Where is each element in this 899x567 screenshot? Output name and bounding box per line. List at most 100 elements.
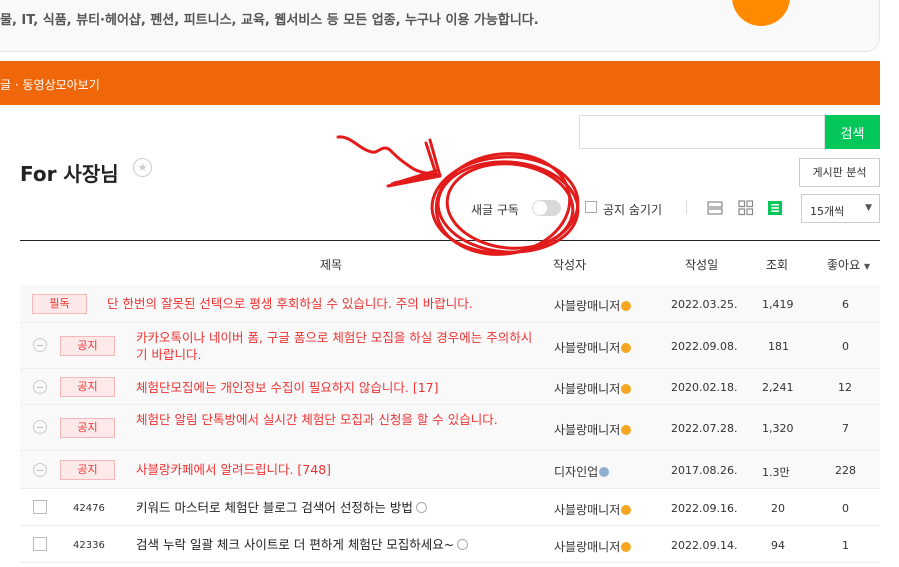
author-name: 사블랑매니저 (554, 540, 621, 554)
post-date: 2022.07.28. (671, 422, 738, 435)
post-title[interactable]: 검색 누락 일괄 체크 사이트로 더 편하게 체험단 모집하세요~ (136, 536, 469, 553)
post-author[interactable]: 사블랑매니저 (554, 339, 632, 356)
author-name: 사블랑매니저 (554, 503, 621, 517)
post-author[interactable]: 사블랑매니저 (554, 421, 632, 438)
post-views: 94 (771, 539, 785, 552)
post-views: 20 (771, 502, 785, 515)
cafe-navbar: 글 · 동영상모아보기 (0, 61, 880, 105)
row-checkbox[interactable] (33, 537, 47, 551)
post-date: 2022.09.14. (671, 539, 738, 552)
post-date: 2020.02.18. (671, 381, 738, 394)
collapse-icon[interactable] (33, 380, 47, 394)
notice-badge: 공지 (60, 460, 115, 480)
notice-badge: 공지 (60, 377, 115, 397)
search-button[interactable]: 검색 (825, 115, 880, 149)
search-input[interactable] (579, 115, 825, 149)
hide-notice-checkbox[interactable] (585, 201, 597, 213)
member-icon (599, 467, 610, 477)
star-icon[interactable]: ★ (133, 158, 152, 177)
column-views: 조회 (766, 258, 789, 272)
per-page-select[interactable]: 15개씩 ▼ (801, 194, 880, 223)
attachment-icon (415, 502, 427, 513)
collapse-icon[interactable] (33, 420, 47, 434)
attachment-icon (457, 539, 469, 550)
subscribe-label: 새글 구독 (471, 203, 519, 217)
column-author: 작성자 (553, 258, 587, 272)
manager-icon (621, 505, 632, 515)
hide-notice-label[interactable]: 공지 숨기기 (603, 201, 662, 218)
list-view-icon[interactable] (707, 200, 723, 216)
table-row: 필독 단 한번의 잘못된 선택으로 평생 후회하실 수 있습니다. 주의 바랍니… (20, 285, 880, 323)
post-author[interactable]: 사블랑매니저 (554, 501, 632, 518)
sort-down-icon: ▼ (863, 262, 871, 271)
post-number: 42336 (73, 540, 105, 551)
post-title[interactable]: 체험단모집에는 개인정보 수집이 필요하지 않습니다. [17] (136, 379, 439, 396)
manager-icon (621, 343, 632, 353)
post-views: 181 (768, 340, 789, 353)
post-author[interactable]: 사블랑매니저 (554, 297, 632, 314)
author-name: 사블랑매니저 (554, 382, 621, 396)
table-row: 공지 체험단모집에는 개인정보 수집이 필요하지 않습니다. [17] 사블랑매… (20, 369, 880, 405)
post-title[interactable]: 키워드 마스터로 체험단 블로그 검색어 선정하는 방법 (136, 499, 427, 516)
row-checkbox[interactable] (33, 500, 47, 514)
table-row: 공지 사블랑카페에서 알려드립니다. [748] 디자인업 2017.08.26… (20, 451, 880, 489)
board-analyze-button[interactable]: 게시판 분석 (799, 158, 880, 187)
annotation-arrow-head (386, 138, 442, 188)
nav-links[interactable]: 글 · 동영상모아보기 (0, 76, 100, 93)
table-row: 42336 검색 누락 일괄 체크 사이트로 더 편하게 체험단 모집하세요~ … (20, 526, 880, 563)
post-number: 42476 (73, 503, 105, 514)
subscribe-toggle[interactable] (532, 200, 561, 216)
table-row: 42476 키워드 마스터로 체험단 블로그 검색어 선정하는 방법 사블랑매니… (20, 489, 880, 526)
post-title[interactable]: 카카오톡이나 네이버 폼, 구글 폼으로 체험단 모집을 하실 경우에는 주의하… (136, 329, 536, 363)
post-likes: 1 (842, 539, 849, 552)
per-page-value: 15개씩 (810, 205, 845, 218)
post-likes: 7 (842, 422, 849, 435)
collapse-icon[interactable] (33, 338, 47, 352)
post-author[interactable]: 사블랑매니저 (554, 380, 632, 397)
manager-icon (621, 425, 632, 435)
author-name: 사블랑매니저 (554, 299, 621, 313)
post-title[interactable]: 체험단 알림 단톡방에서 실시간 체험단 모집과 신청을 할 수 있습니다. (136, 411, 526, 428)
annotation-arrow-shaft (336, 135, 442, 177)
author-name: 디자인업 (554, 465, 599, 479)
manager-icon (621, 384, 632, 394)
detail-view-icon[interactable] (767, 200, 783, 216)
grid-view-icon[interactable] (738, 200, 754, 216)
must-read-badge: 필독 (32, 294, 87, 314)
post-views: 1.3만 (762, 466, 790, 479)
table-row: 공지 카카오톡이나 네이버 폼, 구글 폼으로 체험단 모집을 하실 경우에는 … (20, 323, 880, 369)
post-author[interactable]: 디자인업 (554, 463, 610, 480)
post-likes: 0 (842, 340, 849, 353)
post-date: 2022.09.08. (671, 340, 738, 353)
table-row: 공지 체험단 알림 단톡방에서 실시간 체험단 모집과 신청을 할 수 있습니다… (20, 405, 880, 451)
chevron-down-icon: ▼ (865, 203, 872, 213)
post-likes: 228 (835, 464, 856, 477)
post-title[interactable]: 사블랑카페에서 알려드립니다. [748] (136, 461, 331, 478)
manager-icon (621, 301, 632, 311)
post-title-text: 검색 누락 일괄 체크 사이트로 더 편하게 체험단 모집하세요~ (136, 537, 455, 552)
post-date: 2017.08.26. (671, 464, 738, 477)
post-date: 2022.09.16. (671, 502, 738, 515)
post-likes: 0 (842, 502, 849, 515)
author-name: 사블랑매니저 (554, 341, 621, 355)
toggle-knob (533, 201, 547, 215)
post-views: 1,419 (762, 298, 794, 311)
column-likes-label: 좋아요 (827, 258, 861, 272)
notice-badge: 공지 (60, 336, 115, 356)
author-name: 사블랑매니저 (554, 423, 621, 437)
divider (686, 200, 687, 214)
post-likes: 6 (842, 298, 849, 311)
post-date: 2022.03.25. (671, 298, 738, 311)
table-header-line (20, 240, 880, 241)
post-views: 2,241 (762, 381, 794, 394)
collapse-icon[interactable] (33, 463, 47, 477)
post-author[interactable]: 사블랑매니저 (554, 538, 632, 555)
post-title-text: 키워드 마스터로 체험단 블로그 검색어 선정하는 방법 (136, 500, 413, 515)
page-title: For 사장님 (20, 162, 119, 186)
post-views: 1,320 (762, 422, 794, 435)
column-date: 작성일 (685, 258, 719, 272)
post-title[interactable]: 단 한번의 잘못된 선택으로 평생 후회하실 수 있습니다. 주의 바랍니다. (107, 295, 473, 312)
post-likes: 12 (838, 381, 852, 394)
column-likes[interactable]: 좋아요 ▼ (827, 256, 870, 273)
column-title: 제목 (320, 258, 343, 272)
